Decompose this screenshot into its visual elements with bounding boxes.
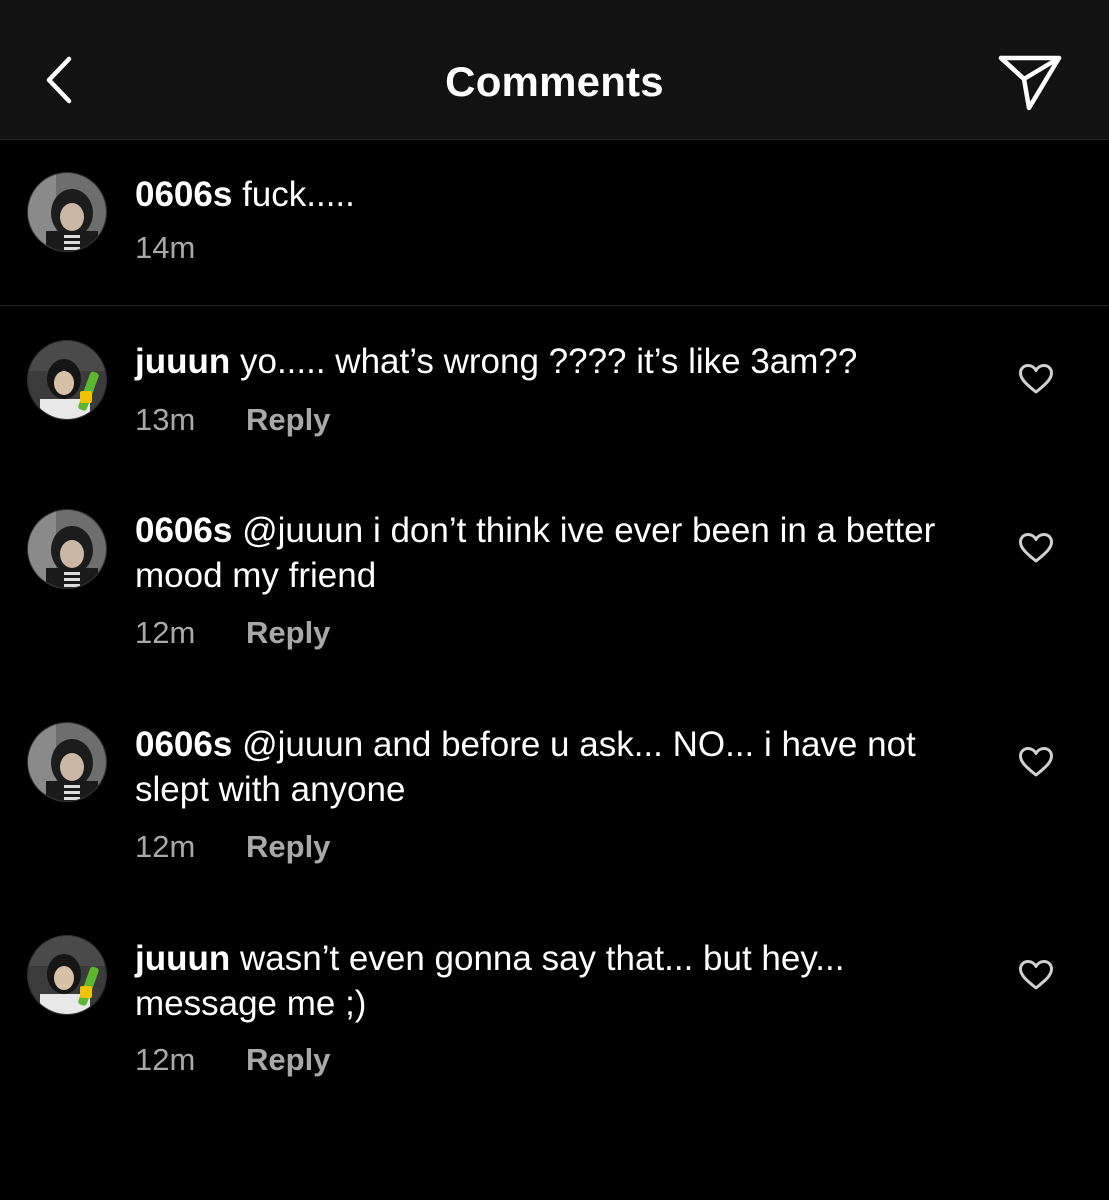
like-button[interactable]	[1016, 528, 1056, 568]
header-bar: Comments	[0, 0, 1109, 140]
comment-body: @juuun i don’t think ive ever been in a …	[135, 511, 936, 595]
reply-button[interactable]: Reply	[246, 400, 330, 440]
timestamp: 13m	[135, 402, 196, 437]
comment-body: wasn’t even gonna say that... but hey...…	[135, 939, 845, 1023]
comment-meta: 12m Reply	[135, 1040, 330, 1080]
avatar[interactable]	[27, 509, 107, 589]
avatar[interactable]	[27, 935, 107, 1015]
reply-button[interactable]: Reply	[246, 1040, 330, 1080]
comment-body: yo..... what’s wrong ???? it’s like 3am?…	[239, 342, 858, 381]
heart-icon	[1019, 533, 1053, 563]
comment-meta: 12m Reply	[135, 827, 330, 867]
caption-section: 0606s fuck..... 14m	[0, 140, 1109, 306]
paper-plane-icon	[998, 55, 1062, 111]
like-button[interactable]	[1016, 359, 1056, 399]
avatar-image	[28, 723, 106, 801]
avatar-image	[28, 173, 106, 251]
reply-button[interactable]: Reply	[246, 613, 330, 653]
page-title: Comments	[445, 58, 664, 105]
avatar-image	[28, 341, 106, 419]
username[interactable]: juuun	[135, 342, 230, 381]
comment-text: 0606s @juuun i don’t think ive ever been…	[135, 508, 965, 598]
timestamp: 14m	[135, 230, 196, 265]
timestamp: 12m	[135, 615, 196, 650]
heart-icon	[1019, 747, 1053, 777]
comment-body: @juuun and before u ask... NO... i have …	[135, 725, 916, 809]
timestamp: 12m	[135, 1042, 196, 1077]
like-button[interactable]	[1016, 742, 1056, 782]
caption-text: 0606s fuck.....	[135, 172, 965, 217]
username[interactable]: 0606s	[135, 175, 232, 214]
username[interactable]: 0606s	[135, 511, 232, 550]
heart-icon	[1019, 960, 1053, 990]
username[interactable]: 0606s	[135, 725, 232, 764]
avatar-image	[28, 936, 106, 1014]
share-button[interactable]	[992, 48, 1068, 116]
comment-meta: 13m Reply	[135, 400, 330, 440]
comment-meta: 12m Reply	[135, 613, 330, 653]
comment-text: juuun yo..... what’s wrong ???? it’s lik…	[135, 339, 965, 384]
reply-button[interactable]: Reply	[246, 827, 330, 867]
avatar[interactable]	[27, 172, 107, 252]
avatar-image	[28, 510, 106, 588]
comment-text: juuun wasn’t even gonna say that... but …	[135, 936, 965, 1026]
username[interactable]: juuun	[135, 939, 230, 978]
caption-meta: 14m	[135, 228, 246, 268]
like-button[interactable]	[1016, 955, 1056, 995]
comment-text: 0606s @juuun and before u ask... NO... i…	[135, 722, 965, 812]
timestamp: 12m	[135, 829, 196, 864]
avatar[interactable]	[27, 340, 107, 420]
avatar[interactable]	[27, 722, 107, 802]
caption-body: fuck.....	[242, 175, 355, 214]
heart-icon	[1019, 364, 1053, 394]
